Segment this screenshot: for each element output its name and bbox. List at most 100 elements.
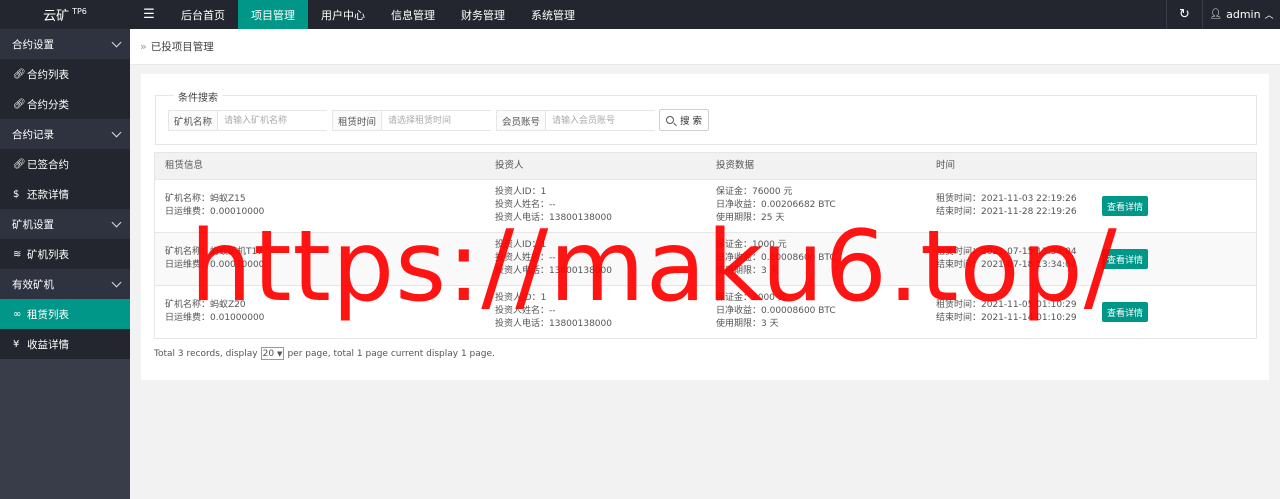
- search-miner-name-input[interactable]: [218, 111, 329, 130]
- pager-text-before: Total 3 records, display: [154, 348, 258, 359]
- view-details-button[interactable]: 查看详情: [1102, 196, 1148, 216]
- sidebar-group-contract-records[interactable]: 合约记录: [0, 119, 130, 149]
- miner-name: 矿机名称：蚂蚁矿机T17: [165, 247, 263, 257]
- search-miner-name-group: 矿机名称: [168, 110, 329, 131]
- deposit: 保证金：1000 元: [716, 240, 787, 250]
- user-name: admin: [1226, 8, 1261, 21]
- daily-net-income: 日净收益：0.00008600 BTC: [716, 306, 836, 316]
- sidebar-item-repayment-details[interactable]: $ 还款详情: [0, 179, 130, 209]
- chevron-down-icon: ▼: [277, 349, 283, 358]
- pagination-info: Total 3 records, display 20 ▼ per page, …: [154, 347, 495, 360]
- table-header: 租赁信息 投资人 投资数据 时间: [155, 153, 1256, 179]
- cell-investment-data: 保证金：76000 元 日净收益：0.00206682 BTC 使用期限：25 …: [716, 186, 836, 225]
- usage-term: 使用期限：3 天: [716, 319, 779, 329]
- cell-time: 租赁时间：2021-07-15 13:34:04 结束时间：2021-07-18…: [936, 246, 1077, 272]
- chevron-down-icon: [111, 217, 122, 227]
- cell-lease-info: 矿机名称：蚂蚁矿机T17 日运维费：0.00010000: [165, 246, 264, 272]
- search-panel: 条件搜索 矿机名称 租赁时间 会员账号 搜 索: [155, 89, 1257, 145]
- deposit: 保证金：2000 元: [716, 293, 787, 303]
- end-time: 结束时间：2021-07-18 13:34:04: [936, 260, 1077, 270]
- investor-id: 投资人ID：1: [495, 240, 547, 250]
- double-chevron-right-icon: »: [140, 40, 147, 53]
- app-logo[interactable]: 云矿 TP6: [0, 0, 130, 29]
- sidebar-group-active-miners[interactable]: 有效矿机: [0, 269, 130, 299]
- table-row: 矿机名称：蚂蚁Z15 日运维费：0.00010000 投资人ID：1 投资人姓名…: [155, 179, 1256, 232]
- search-member-account-group: 会员账号: [496, 110, 657, 131]
- header-time: 时间: [936, 160, 956, 171]
- header-lease-info: 租赁信息: [165, 160, 204, 171]
- miner-name: 矿机名称：蚂蚁Z20: [165, 300, 246, 310]
- content-card: 条件搜索 矿机名称 租赁时间 会员账号 搜 索 租赁信息 投资人 投资数据 时间: [141, 74, 1269, 380]
- nav-system-management[interactable]: 系统管理: [518, 0, 588, 29]
- search-miner-name-label: 矿机名称: [169, 111, 219, 130]
- sidebar-item-label: 已签合约: [27, 158, 69, 171]
- nav-home[interactable]: 后台首页: [168, 0, 238, 29]
- daily-net-income: 日净收益：0.00008600 BTC: [716, 253, 836, 263]
- daily-net-income: 日净收益：0.00206682 BTC: [716, 200, 836, 210]
- nav-user-center[interactable]: 用户中心: [308, 0, 378, 29]
- daily-maintenance-fee: 日运维费：0.00010000: [165, 260, 265, 270]
- logo-text: 云矿: [43, 9, 70, 24]
- investor-name: 投资人姓名：--: [495, 306, 556, 316]
- top-bar: 云矿 TP6 ☰ 后台首页 项目管理 用户中心 信息管理 财务管理 系统管理 ↻ …: [0, 0, 1280, 29]
- nav-info-management[interactable]: 信息管理: [378, 0, 448, 29]
- search-lease-time-input[interactable]: [382, 111, 493, 130]
- sidebar-item-miner-list[interactable]: ≋ 矿机列表: [0, 239, 130, 269]
- top-right: ↻ 👤︎ admin ︿: [1166, 0, 1280, 29]
- table-row: 矿机名称：蚂蚁矿机T17 日运维费：0.00010000 投资人ID：1 投资人…: [155, 232, 1256, 285]
- chevron-down-icon: [111, 37, 122, 47]
- search-lease-time-group: 租赁时间: [332, 110, 493, 131]
- nav-project-management[interactable]: 项目管理: [238, 0, 308, 29]
- sidebar-item-label: 租赁列表: [27, 308, 69, 321]
- lease-time: 租赁时间：2021-11-05 01:10:29: [936, 300, 1077, 310]
- sidebar-group-contract-settings[interactable]: 合约设置: [0, 29, 130, 59]
- per-page-value: 20: [262, 348, 275, 359]
- sidebar-item-contract-list[interactable]: 🔗︎ 合约列表: [0, 59, 130, 89]
- view-details-button[interactable]: 查看详情: [1102, 302, 1148, 322]
- investor-name: 投资人姓名：--: [495, 253, 556, 263]
- link-icon: 🔗︎: [13, 68, 26, 80]
- sidebar-group-label: 合约设置: [12, 38, 54, 51]
- deposit: 保证金：76000 元: [716, 187, 793, 197]
- investor-id: 投资人ID：1: [495, 293, 547, 303]
- refresh-icon[interactable]: ↻: [1166, 0, 1202, 29]
- user-icon: 👤︎: [1209, 9, 1223, 20]
- daily-maintenance-fee: 日运维费：0.01000000: [165, 313, 265, 323]
- search-member-account-input[interactable]: [546, 111, 657, 130]
- end-time: 结束时间：2021-11-14 01:10:29: [936, 313, 1077, 323]
- sidebar-item-lease-list[interactable]: ∞ 租赁列表: [0, 299, 130, 329]
- sidebar-item-contract-category[interactable]: 🔗︎ 合约分类: [0, 89, 130, 119]
- usage-term: 使用期限：25 天: [716, 213, 785, 223]
- end-time: 结束时间：2021-11-28 22:19:26: [936, 207, 1077, 217]
- nav-finance-management[interactable]: 财务管理: [448, 0, 518, 29]
- sidebar-item-earnings-details[interactable]: ¥ 收益详情: [0, 329, 130, 359]
- search-button[interactable]: 搜 索: [659, 109, 709, 131]
- cell-investment-data: 保证金：2000 元 日净收益：0.00008600 BTC 使用期限：3 天: [716, 292, 836, 331]
- layers-icon: ≋: [13, 248, 22, 260]
- per-page-select[interactable]: 20 ▼: [260, 347, 285, 360]
- investor-phone: 投资人电话：13800138000: [495, 266, 612, 276]
- lease-time: 租赁时间：2021-11-03 22:19:26: [936, 194, 1077, 204]
- menu-toggle-icon[interactable]: ☰: [130, 0, 168, 29]
- table-row: 矿机名称：蚂蚁Z20 日运维费：0.01000000 投资人ID：1 投资人姓名…: [155, 285, 1256, 338]
- lease-table: 租赁信息 投资人 投资数据 时间 矿机名称：蚂蚁Z15 日运维费：0.00010…: [154, 152, 1257, 339]
- infinity-icon: ∞: [13, 308, 22, 320]
- breadcrumb-current: 已投项目管理: [150, 41, 214, 53]
- cell-time: 租赁时间：2021-11-05 01:10:29 结束时间：2021-11-14…: [936, 299, 1077, 325]
- pager-text-after: per page, total 1 page current display 1…: [287, 348, 495, 359]
- sidebar-group-label: 合约记录: [12, 128, 54, 141]
- user-menu[interactable]: 👤︎ admin ︿: [1202, 0, 1280, 29]
- sidebar-group-miner-settings[interactable]: 矿机设置: [0, 209, 130, 239]
- sidebar-item-label: 收益详情: [27, 338, 69, 351]
- cell-lease-info: 矿机名称：蚂蚁Z20 日运维费：0.01000000: [165, 299, 264, 325]
- yen-icon: ¥: [13, 338, 20, 350]
- cell-investor: 投资人ID：1 投资人姓名：-- 投资人电话：13800138000: [495, 239, 612, 278]
- investor-phone: 投资人电话：13800138000: [495, 213, 612, 223]
- view-details-button[interactable]: 查看详情: [1102, 249, 1148, 269]
- header-investment-data: 投资数据: [716, 160, 755, 171]
- cell-time: 租赁时间：2021-11-03 22:19:26 结束时间：2021-11-28…: [936, 193, 1077, 219]
- sidebar-group-label: 矿机设置: [12, 218, 54, 231]
- sidebar-item-signed-contracts[interactable]: 🔗︎ 已签合约: [0, 149, 130, 179]
- search-icon: [665, 116, 674, 124]
- cell-lease-info: 矿机名称：蚂蚁Z15 日运维费：0.00010000: [165, 193, 264, 219]
